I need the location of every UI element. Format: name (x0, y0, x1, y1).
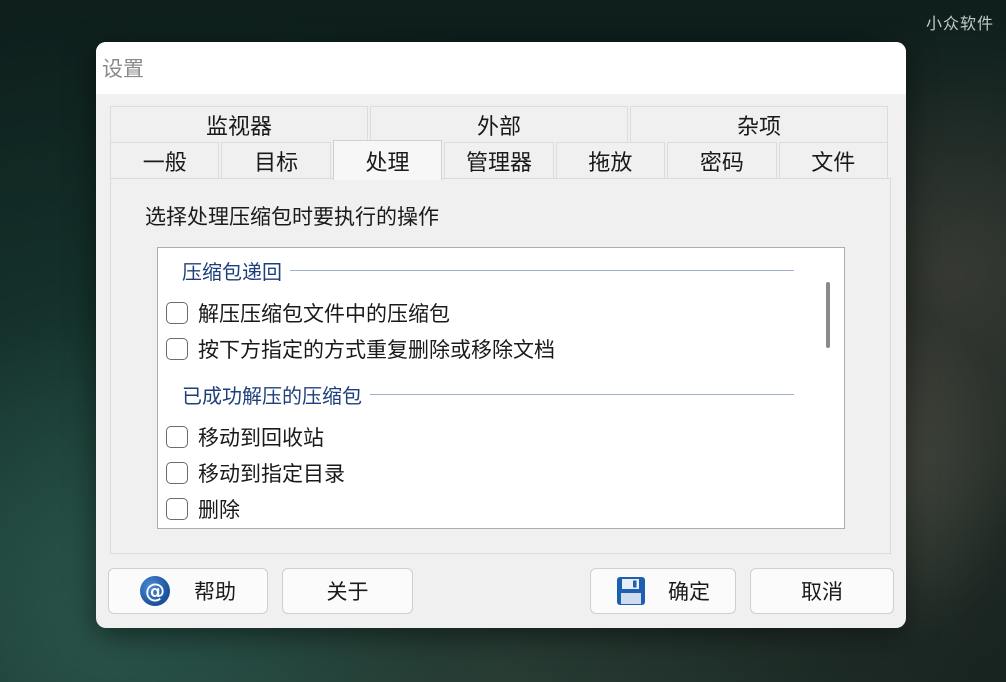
settings-dialog: 设置 监视器 外部 杂项 一般 目标 处理 管理器 拖放 密码 文件 选择处理压… (96, 42, 906, 628)
tab-general[interactable]: 一般 (110, 142, 220, 178)
tab-strip: 监视器 外部 杂项 一般 目标 处理 管理器 拖放 密码 文件 (110, 106, 890, 180)
tab-password[interactable]: 密码 (667, 142, 777, 178)
title-bar: 设置 (96, 42, 906, 94)
tab-row-top: 监视器 外部 杂项 (110, 106, 890, 142)
about-button[interactable]: 关于 (282, 568, 413, 614)
group-header-extracted: 已成功解压的压缩包 (182, 380, 794, 409)
tab-processing[interactable]: 处理 (332, 140, 443, 180)
option-move-folder[interactable]: 移动到指定目录 (166, 458, 345, 488)
tab-manager[interactable]: 管理器 (444, 142, 554, 178)
scrollbar[interactable] (812, 248, 844, 528)
group-title: 已成功解压的压缩包 (182, 384, 362, 408)
tab-external[interactable]: 外部 (370, 106, 628, 142)
checkbox[interactable] (166, 462, 188, 484)
tab-monitor[interactable]: 监视器 (110, 106, 368, 142)
tab-row-bottom: 一般 目标 处理 管理器 拖放 密码 文件 (110, 140, 890, 180)
tab-files[interactable]: 文件 (778, 142, 888, 178)
scrollbar-thumb[interactable] (826, 282, 830, 348)
window-title: 设置 (102, 57, 144, 81)
checkbox[interactable] (166, 426, 188, 448)
option-extract-nested[interactable]: 解压压缩包文件中的压缩包 (166, 298, 450, 328)
ok-button[interactable]: 确定 (590, 568, 736, 614)
at-icon: @ (140, 576, 170, 606)
help-label: 帮助 (194, 580, 236, 604)
checkbox[interactable] (166, 498, 188, 520)
divider-line (370, 394, 794, 395)
about-label: 关于 (326, 580, 369, 604)
help-button[interactable]: @ 帮助 (108, 568, 268, 614)
option-label: 移动到指定目录 (198, 462, 345, 486)
option-label: 删除 (198, 498, 240, 522)
checkbox[interactable] (166, 338, 188, 360)
group-header-recursion: 压缩包递回 (182, 256, 794, 285)
option-label: 移动到回收站 (198, 426, 324, 450)
options-list[interactable]: 压缩包递回 解压压缩包文件中的压缩包 按下方指定的方式重复删除或移除文档 已成功… (157, 247, 845, 529)
tab-target[interactable]: 目标 (221, 142, 331, 178)
option-delete[interactable]: 删除 (166, 494, 240, 524)
ok-label: 确定 (668, 580, 710, 604)
option-label: 解压压缩包文件中的压缩包 (198, 302, 450, 326)
panel-instruction: 选择处理压缩包时要执行的操作 (145, 205, 439, 229)
option-repeat-delete[interactable]: 按下方指定的方式重复删除或移除文档 (166, 334, 555, 364)
checkbox[interactable] (166, 302, 188, 324)
cancel-label: 取消 (801, 580, 843, 604)
group-title: 压缩包递回 (182, 260, 282, 284)
option-move-recycle[interactable]: 移动到回收站 (166, 422, 324, 452)
option-label: 按下方指定的方式重复删除或移除文档 (198, 338, 555, 362)
tab-misc[interactable]: 杂项 (630, 106, 888, 142)
cancel-button[interactable]: 取消 (750, 568, 894, 614)
tab-drag-drop[interactable]: 拖放 (555, 142, 666, 178)
processing-panel: 选择处理压缩包时要执行的操作 压缩包递回 解压压缩包文件中的压缩包 按下方指定的… (110, 178, 891, 554)
floppy-disk-icon (617, 577, 645, 605)
watermark: 小众软件 (925, 14, 994, 33)
divider-line (290, 270, 794, 271)
